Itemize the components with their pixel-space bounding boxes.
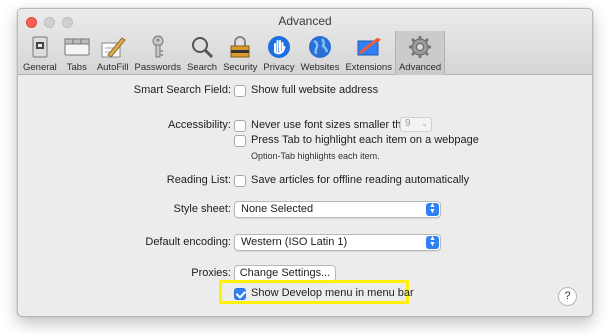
- tab-search[interactable]: Search: [184, 31, 220, 75]
- hand-icon: [265, 34, 293, 60]
- default-encoding-label: Default encoding:: [145, 236, 231, 248]
- window-title: Advanced: [278, 14, 332, 28]
- tab-security[interactable]: Security: [220, 31, 260, 75]
- show-full-address-text: Show full website address: [251, 84, 379, 96]
- globe-icon: [306, 34, 334, 60]
- show-develop-menu-checkbox[interactable]: [234, 288, 246, 300]
- title-bar: Advanced General Tabs AutoFill Passwords…: [18, 9, 592, 75]
- key-icon: [144, 34, 172, 60]
- min-font-size-checkbox[interactable]: [234, 120, 246, 132]
- help-button[interactable]: ?: [558, 287, 577, 306]
- tab-highlight-checkbox[interactable]: [234, 135, 246, 147]
- tab-label: Security: [223, 62, 258, 73]
- tab-label: Extensions: [345, 62, 392, 73]
- tab-label: General: [23, 62, 57, 73]
- tab-tabs[interactable]: Tabs: [60, 31, 94, 75]
- tab-label: Tabs: [66, 62, 87, 73]
- tab-passwords[interactable]: Passwords: [132, 31, 184, 75]
- reading-list-label: Reading List:: [166, 174, 231, 186]
- tab-autofill[interactable]: AutoFill: [94, 31, 132, 75]
- tab-highlight-text: Press Tab to highlight each item on a we…: [251, 134, 479, 146]
- magnifier-icon: [188, 34, 216, 60]
- accessibility-label: Accessibility:: [168, 119, 231, 131]
- puzzle-icon: [355, 34, 383, 60]
- updown-chevron-icon: ▲ ▼: [426, 235, 439, 249]
- style-sheet-select[interactable]: None Selected ▲ ▼: [234, 201, 441, 218]
- autofill-icon: [99, 34, 127, 60]
- updown-chevron-icon: ▲ ▼: [426, 202, 439, 216]
- default-encoding-select[interactable]: Western (ISO Latin 1) ▲ ▼: [234, 234, 441, 251]
- tab-extensions[interactable]: Extensions: [342, 31, 394, 75]
- tab-highlight-note: Option-Tab highlights each item.: [251, 151, 380, 161]
- tab-label: Advanced: [398, 62, 442, 73]
- chevron-down-icon: ⌄: [421, 119, 428, 128]
- show-develop-menu-text: Show Develop menu in menu bar: [251, 287, 414, 299]
- lock-icon: [226, 34, 254, 60]
- advanced-settings-pane: Smart Search Field: Show full website ad…: [18, 75, 592, 316]
- tab-label: AutoFill: [96, 62, 129, 73]
- show-full-address-checkbox[interactable]: [234, 85, 246, 97]
- general-icon: [26, 34, 54, 60]
- gear-icon: [406, 34, 434, 60]
- min-font-size-value: 9: [405, 118, 411, 129]
- offline-reading-checkbox[interactable]: [234, 175, 246, 187]
- tab-label: Privacy: [263, 62, 295, 73]
- tab-label: Search: [186, 62, 218, 73]
- proxies-label: Proxies:: [191, 267, 231, 279]
- tab-general[interactable]: General: [20, 31, 60, 75]
- style-sheet-label: Style sheet:: [173, 203, 231, 215]
- preferences-toolbar: General Tabs AutoFill Passwords Search S…: [20, 31, 446, 75]
- default-encoding-value: Western (ISO Latin 1): [241, 236, 348, 248]
- tab-websites[interactable]: Websites: [298, 31, 343, 75]
- tab-label: Passwords: [134, 62, 181, 73]
- tab-advanced[interactable]: Advanced: [394, 31, 446, 75]
- min-font-size-text: Never use font sizes smaller than: [251, 119, 414, 131]
- tabs-icon: [63, 34, 91, 60]
- tab-privacy[interactable]: Privacy: [260, 31, 297, 75]
- preferences-window: Advanced General Tabs AutoFill Passwords…: [17, 8, 593, 317]
- tab-label: Websites: [300, 62, 340, 73]
- offline-reading-text: Save articles for offline reading automa…: [251, 174, 470, 186]
- min-font-size-select[interactable]: 9 ⌄: [400, 117, 432, 132]
- smart-search-label: Smart Search Field:: [133, 84, 231, 96]
- style-sheet-value: None Selected: [241, 203, 314, 215]
